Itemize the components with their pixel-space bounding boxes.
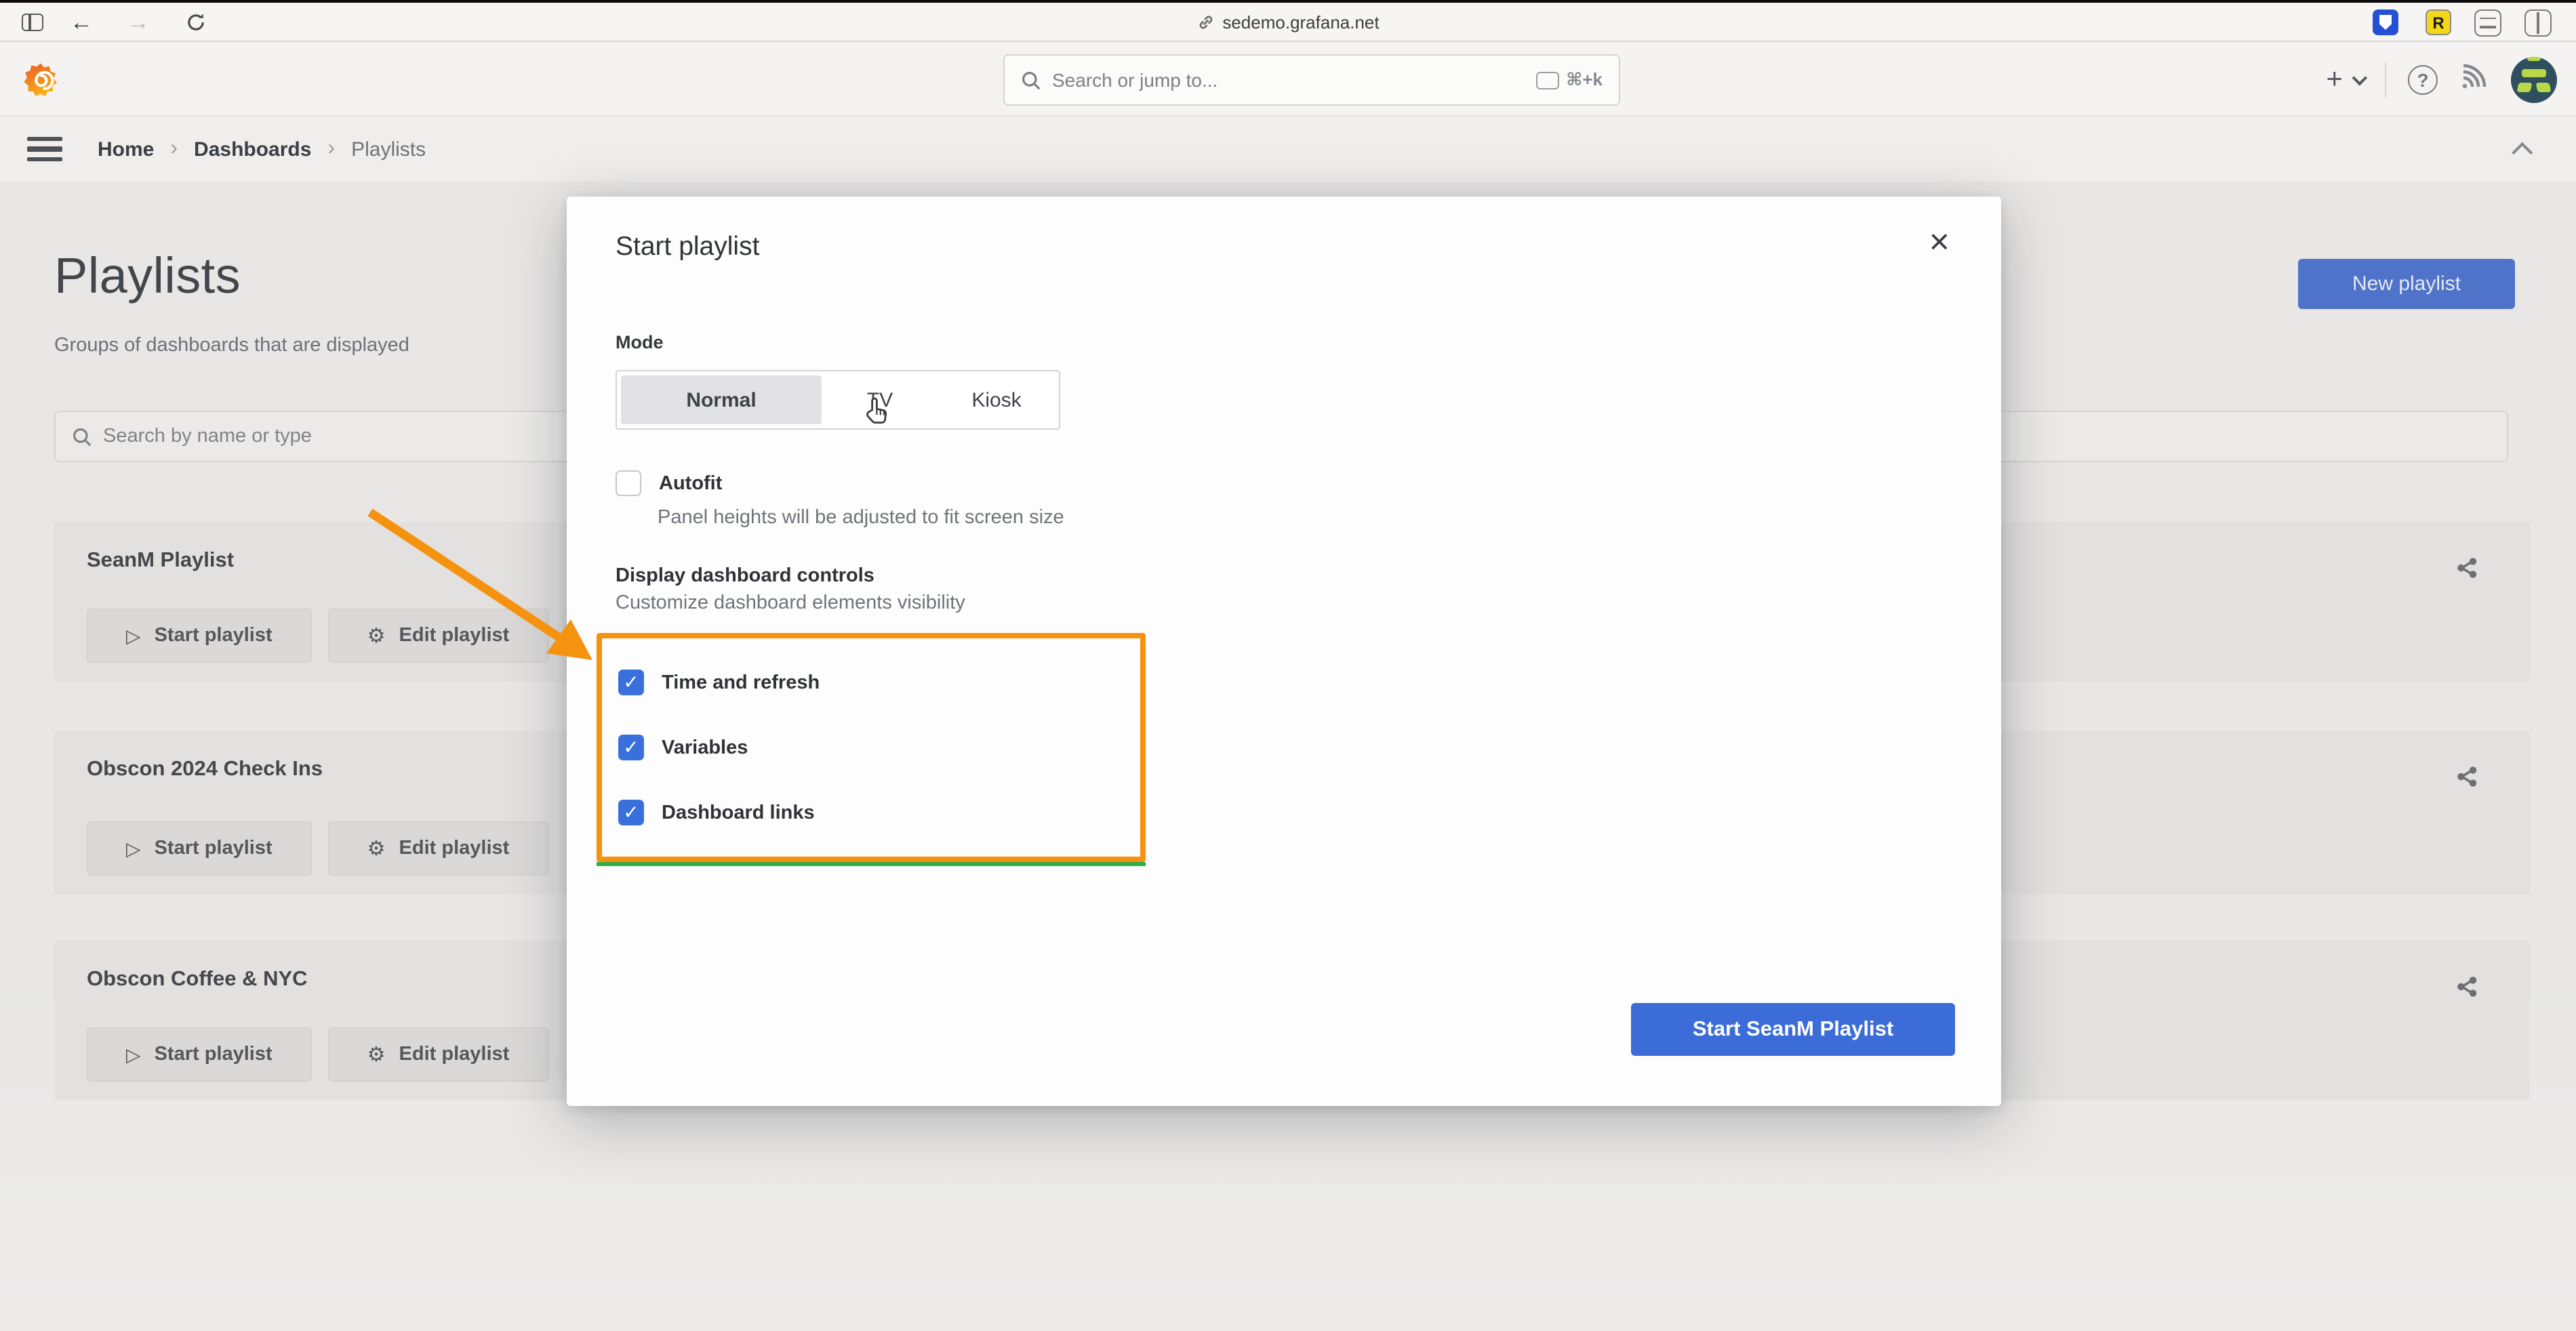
breadcrumb-dashboards[interactable]: Dashboards bbox=[194, 138, 311, 161]
page-url: sedemo.grafana.net bbox=[1222, 12, 1379, 33]
keyboard-icon bbox=[1536, 71, 1559, 89]
mouse-cursor bbox=[864, 396, 892, 435]
breadcrumb-separator: › bbox=[327, 137, 335, 161]
mode-segmented-control: Normal TV Kiosk bbox=[616, 370, 1060, 430]
browser-toolbar: ← → sedemo.grafana.net R bbox=[0, 3, 2576, 42]
annotation-highlight-box bbox=[597, 633, 1146, 862]
start-seanm-playlist-button[interactable]: Start SeanM Playlist bbox=[1631, 1003, 1955, 1056]
user-avatar[interactable] bbox=[2511, 56, 2557, 102]
browser-ext-r[interactable]: R bbox=[2426, 3, 2451, 42]
mega-menu-toggle[interactable] bbox=[27, 137, 62, 161]
browser-address-bar[interactable]: sedemo.grafana.net bbox=[0, 3, 2576, 42]
autofit-checkbox[interactable] bbox=[616, 470, 641, 496]
grafana-logo-icon bbox=[22, 61, 60, 99]
mode-option-kiosk[interactable]: Kiosk bbox=[938, 375, 1055, 424]
search-shortcut-hint: ⌘+k bbox=[1536, 69, 1603, 91]
collapse-chevron-up-icon[interactable] bbox=[2512, 142, 2533, 163]
grafana-logo[interactable] bbox=[22, 61, 60, 106]
r-extension-icon: R bbox=[2426, 9, 2451, 35]
mode-label: Mode bbox=[616, 332, 664, 352]
news-button[interactable] bbox=[2459, 61, 2489, 98]
modal-close-button[interactable]: × bbox=[1929, 224, 1950, 259]
bitwarden-shield-icon bbox=[2373, 9, 2398, 35]
plus-icon: + bbox=[2326, 63, 2343, 96]
breadcrumb-playlists: Playlists bbox=[351, 138, 426, 161]
breadcrumb: Home › Dashboards › Playlists bbox=[98, 137, 426, 161]
browser-settings-button[interactable] bbox=[2474, 3, 2501, 42]
global-search-box[interactable]: ⌘+k bbox=[1003, 54, 1620, 106]
browser-ext-bitwarden[interactable] bbox=[2373, 3, 2398, 42]
chevron-down-icon bbox=[2352, 70, 2368, 85]
help-icon: ? bbox=[2417, 68, 2428, 90]
mode-option-normal[interactable]: Normal bbox=[621, 375, 822, 424]
split-view-icon bbox=[2524, 9, 2552, 36]
autofit-label: Autofit bbox=[659, 472, 722, 494]
sliders-icon bbox=[2474, 9, 2501, 36]
link-icon bbox=[1196, 14, 1214, 31]
search-icon bbox=[1021, 70, 1041, 90]
close-icon: × bbox=[1929, 221, 1950, 262]
create-new-button[interactable]: + bbox=[2326, 63, 2363, 96]
breadcrumb-separator: › bbox=[170, 137, 178, 161]
browser-splitview-button[interactable] bbox=[2524, 3, 2552, 42]
rss-icon bbox=[2459, 61, 2489, 91]
screenshot-root: ← → sedemo.grafana.net R ⌘+k bbox=[0, 0, 2576, 1331]
header-divider bbox=[2385, 62, 2386, 97]
controls-section-title: Display dashboard controls bbox=[616, 565, 874, 587]
autofit-description: Panel heights will be adjusted to fit sc… bbox=[658, 507, 1064, 529]
autofit-checkbox-row[interactable]: Autofit bbox=[616, 470, 722, 496]
controls-section-subtitle: Customize dashboard elements visibility bbox=[616, 592, 965, 614]
start-playlist-modal: Start playlist × Mode Normal TV Kiosk Au… bbox=[567, 197, 2001, 1106]
help-button[interactable]: ? bbox=[2408, 64, 2438, 94]
annotation-green-line bbox=[597, 862, 1146, 865]
grafana-header: ⌘+k + ? bbox=[0, 42, 2576, 117]
breadcrumb-row: Home › Dashboards › Playlists bbox=[0, 117, 2576, 182]
modal-title: Start playlist bbox=[616, 232, 759, 263]
breadcrumb-home[interactable]: Home bbox=[98, 138, 154, 161]
global-search-input[interactable] bbox=[1052, 69, 1525, 91]
